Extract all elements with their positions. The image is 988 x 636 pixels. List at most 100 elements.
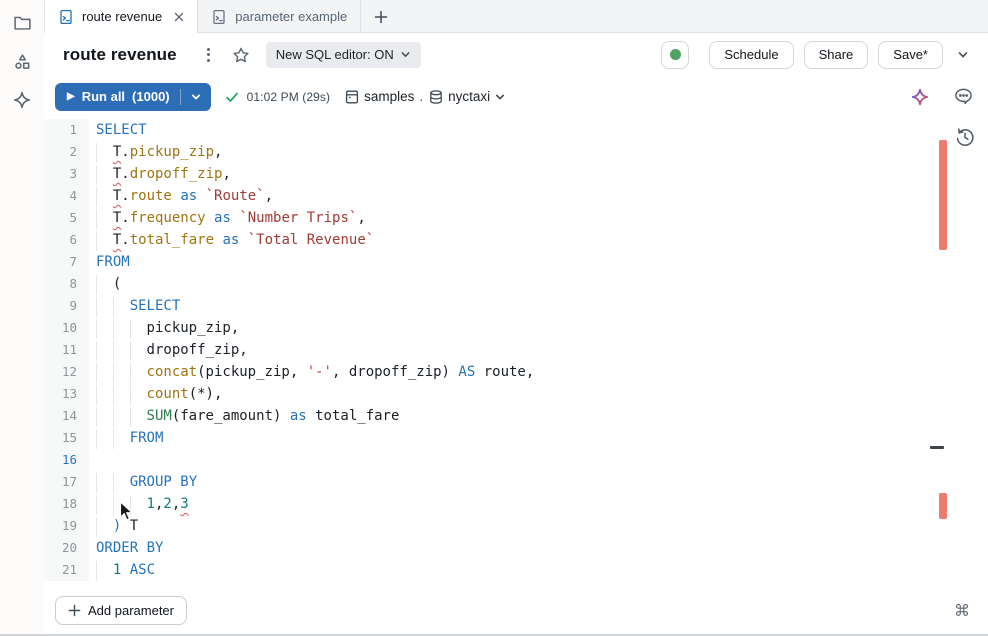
schedule-button[interactable]: Schedule	[709, 41, 793, 69]
favorite-star-icon[interactable]	[232, 46, 250, 64]
code-line[interactable]: 181,2,3	[44, 493, 988, 515]
code-token: 1	[147, 496, 155, 512]
code-token: .	[121, 144, 129, 160]
version-history-icon[interactable]	[954, 126, 976, 148]
comments-icon[interactable]	[952, 86, 974, 108]
code-line[interactable]: 10pickup_zip,	[44, 317, 988, 339]
assistant-sparkle-icon[interactable]	[909, 86, 931, 108]
code-token	[121, 562, 129, 578]
code-token: count	[147, 386, 189, 402]
code-text: T.frequency as `Number Trips`,	[89, 207, 366, 229]
code-line[interactable]: 5T.frequency as `Number Trips`,	[44, 207, 988, 229]
code-token: 2	[163, 496, 171, 512]
save-options-chevron-icon[interactable]	[952, 44, 974, 66]
indent-guide	[130, 407, 147, 427]
indent-guide	[96, 209, 113, 229]
code-text: SUM(fare_amount) as total_fare	[89, 405, 399, 427]
code-line[interactable]: 1 SELECT	[44, 119, 988, 141]
chevron-down-icon	[400, 49, 411, 60]
indent-guide	[130, 319, 147, 339]
left-rail	[0, 0, 44, 634]
tab-route-revenue[interactable]: route revenue	[45, 0, 198, 33]
code-token: SELECT	[96, 122, 147, 138]
code-line[interactable]: 15FROM	[44, 427, 988, 449]
code-line[interactable]: 9SELECT	[44, 295, 988, 317]
folder-icon[interactable]	[11, 11, 33, 33]
code-line[interactable]: 17GROUP BY	[44, 471, 988, 493]
code-text: count(*),	[89, 383, 222, 405]
code-token: SELECT	[130, 298, 181, 314]
main-column: route revenue parameter example route re…	[44, 0, 988, 634]
line-number: 2	[44, 141, 89, 163]
indent-guide	[96, 319, 113, 339]
workspace-shapes-icon[interactable]	[11, 50, 33, 72]
sql-editor-window: route revenue parameter example route re…	[0, 0, 988, 636]
last-run-time: 01:02 PM (29s)	[247, 90, 330, 104]
code-token: total_fare	[307, 408, 400, 424]
schema-database-icon	[428, 89, 444, 105]
kebab-menu-icon[interactable]	[201, 44, 216, 66]
tab-label: route revenue	[82, 9, 162, 24]
code-line[interactable]: 3T.dropoff_zip,	[44, 163, 988, 185]
save-button[interactable]: Save*	[878, 41, 943, 69]
line-number: 6	[44, 229, 89, 251]
catalog-schema-selector[interactable]: samples . nyctaxi	[344, 89, 506, 105]
code-line[interactable]: 6T.total_fare as `Total Revenue`	[44, 229, 988, 251]
code-text: SELECT	[89, 295, 180, 317]
code-line[interactable]: 211 ASC	[44, 559, 988, 581]
run-all-button[interactable]: ▶ Run all (1000)	[55, 83, 211, 111]
code-token: (*),	[189, 386, 223, 402]
code-token: ORDER BY	[96, 540, 163, 556]
chip-label: New SQL editor: ON	[276, 47, 394, 62]
share-button[interactable]: Share	[804, 41, 869, 69]
code-text: 1 ASC	[89, 559, 155, 581]
sparkle-icon[interactable]	[11, 89, 33, 111]
code-line[interactable]: 2T.pickup_zip,	[44, 141, 988, 163]
code-line[interactable]: 13count(*),	[44, 383, 988, 405]
line-number: 5	[44, 207, 89, 229]
code-line[interactable]: 7FROM	[44, 251, 988, 273]
indent-guide	[96, 429, 113, 449]
indent-guide	[113, 341, 130, 361]
code-token: .	[121, 188, 129, 204]
environment-status-button[interactable]	[661, 41, 689, 69]
code-token	[239, 232, 247, 248]
code-line[interactable]: 8(	[44, 273, 988, 295]
indent-guide	[130, 385, 147, 405]
code-token: concat	[147, 364, 198, 380]
code-line[interactable]: 11dropoff_zip,	[44, 339, 988, 361]
code-token: FROM	[96, 254, 130, 270]
code-line[interactable]: 4T.route as `Route`,	[44, 185, 988, 207]
code-token: .	[121, 166, 129, 182]
scroll-ruler-error-mark	[939, 140, 947, 250]
query-title: route revenue	[63, 45, 177, 65]
sql-file-icon	[211, 9, 227, 25]
code-text: SELECT	[89, 119, 147, 141]
add-parameter-button[interactable]: Add parameter	[55, 596, 187, 625]
code-token: , dropoff_zip)	[332, 364, 458, 380]
line-number: 19	[44, 515, 89, 537]
indent-guide	[96, 363, 113, 383]
code-text: GROUP BY	[89, 471, 197, 493]
code-token	[197, 188, 205, 204]
code-line[interactable]: 20ORDER BY	[44, 537, 988, 559]
line-number: 4	[44, 185, 89, 207]
query-header: route revenue New SQL editor: ON Schedul…	[44, 33, 988, 76]
close-icon[interactable]	[174, 12, 184, 22]
code-line[interactable]: 19) T	[44, 515, 988, 537]
code-editor[interactable]: 1 SELECT 2T.pickup_zip,3T.dropoff_zip,4T.r…	[44, 117, 988, 587]
indent-guide	[96, 561, 113, 581]
code-line[interactable]: 12concat(pickup_zip, '-', dropoff_zip) A…	[44, 361, 988, 383]
new-tab-button[interactable]	[361, 0, 401, 33]
new-sql-editor-toggle[interactable]: New SQL editor: ON	[266, 42, 421, 68]
indent-guide	[130, 495, 147, 515]
line-number: 1	[44, 119, 89, 141]
run-options-chevron-icon[interactable]	[181, 83, 211, 111]
indent-guide	[96, 473, 113, 493]
code-line[interactable]: 14SUM(fare_amount) as total_fare	[44, 405, 988, 427]
tab-parameter-example[interactable]: parameter example	[198, 0, 361, 33]
line-number: 12	[44, 361, 89, 383]
scroll-ruler-cursor-mark	[930, 446, 944, 449]
code-token: FROM	[130, 430, 164, 446]
code-line[interactable]: 16	[44, 449, 988, 471]
